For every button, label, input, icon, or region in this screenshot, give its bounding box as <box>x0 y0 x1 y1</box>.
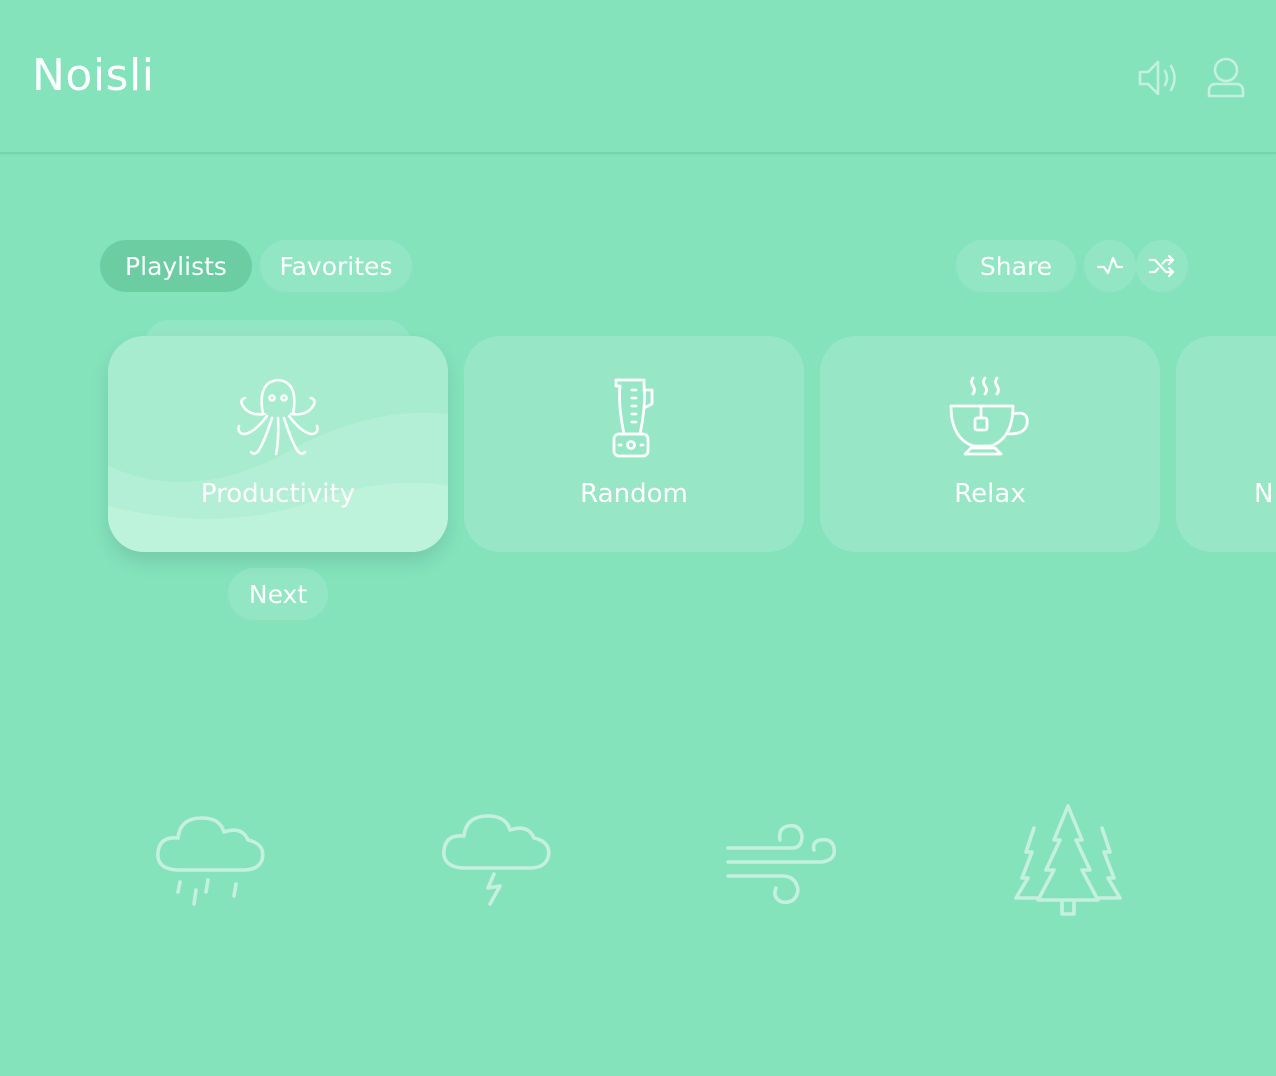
playlist-label: Relax <box>954 479 1026 509</box>
playlist-card-random[interactable]: Random <box>464 336 804 552</box>
playlist-label: Random <box>580 479 688 509</box>
octopus-icon <box>233 376 323 460</box>
playlist-card-partial[interactable]: N <box>1176 336 1276 552</box>
tab-playlists[interactable]: Playlists <box>100 240 252 292</box>
wind-icon[interactable] <box>722 800 842 920</box>
playlist-card-productivity[interactable]: Productivity <box>108 336 448 552</box>
playlist-label: Productivity <box>200 479 356 509</box>
app-logo[interactable]: Noisli <box>32 50 154 101</box>
playlist-label: N <box>1254 479 1274 509</box>
tea-cup-icon <box>945 376 1035 460</box>
shuffle-icon[interactable] <box>1136 240 1188 292</box>
rain-icon[interactable] <box>150 800 270 920</box>
header: Noisli <box>0 0 1276 154</box>
tab-favorites[interactable]: Favorites <box>260 240 412 292</box>
forest-icon[interactable] <box>1008 800 1128 920</box>
pulse-icon[interactable] <box>1084 240 1136 292</box>
thunderstorm-icon[interactable] <box>436 800 556 920</box>
blender-icon <box>589 376 679 460</box>
user-icon[interactable] <box>1200 52 1252 104</box>
playlist-card-relax[interactable]: Relax <box>820 336 1160 552</box>
next-button[interactable]: Next <box>228 568 328 620</box>
volume-icon[interactable] <box>1132 52 1184 104</box>
app-window: Noisli Playlists Favorites Share Product… <box>0 0 1276 1076</box>
share-button[interactable]: Share <box>956 240 1076 292</box>
